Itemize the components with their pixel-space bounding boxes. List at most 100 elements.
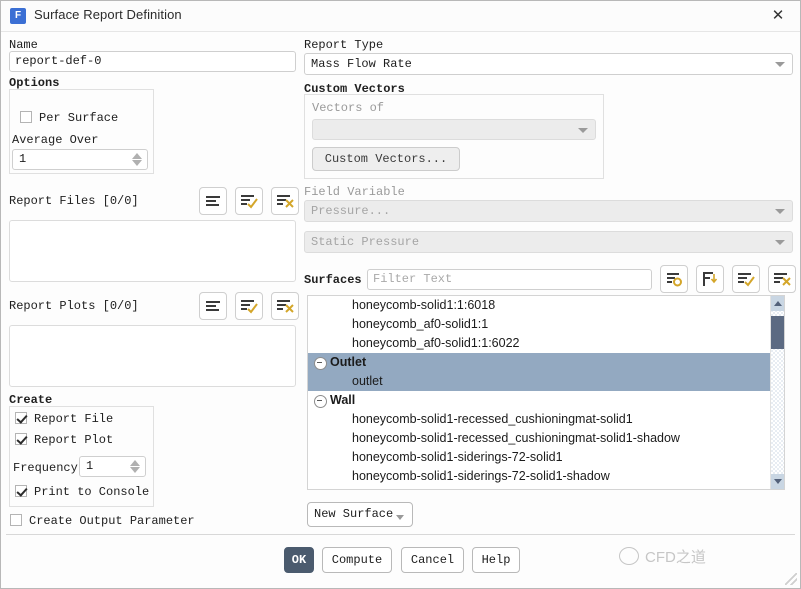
report-files-label: Report Files [0/0] [9, 194, 139, 208]
scroll-up-icon[interactable] [771, 296, 784, 311]
list-clear-icon[interactable] [768, 265, 796, 293]
field-variable-select[interactable]: Pressure... [304, 200, 793, 222]
average-over-value: 1 [19, 152, 27, 166]
app-icon: F [10, 8, 26, 24]
tree-item-row[interactable]: outlet [308, 372, 784, 391]
name-input[interactable]: report-def-0 [9, 51, 296, 72]
list-all-icon[interactable] [199, 292, 227, 320]
title-bar: F Surface Report Definition ✕ [1, 1, 800, 32]
watermark-icon [619, 547, 639, 565]
cancel-button[interactable]: Cancel [401, 547, 464, 573]
collapse-toggle-icon[interactable] [314, 395, 327, 408]
list-check-icon[interactable] [235, 292, 263, 320]
tree-item-row[interactable]: honeycomb-solid1-siderings-72-solid1-sha… [308, 467, 784, 486]
report-type-select[interactable]: Mass Flow Rate [304, 53, 793, 75]
surfaces-tree[interactable]: honeycomb-solid1:1:6018 honeycomb_af0-sol… [307, 295, 785, 490]
chevron-down-icon [775, 62, 785, 67]
surface-report-definition-dialog: F Surface Report Definition ✕ Name repor… [0, 0, 801, 589]
chevron-down-icon [775, 209, 785, 214]
collapse-toggle-icon[interactable] [314, 357, 327, 370]
tree-group-row[interactable]: Outlet [308, 353, 784, 372]
list-filter-icon[interactable] [696, 265, 724, 293]
chevron-down-icon [578, 127, 588, 133]
average-over-stepper[interactable]: 1 [12, 149, 148, 170]
tree-item-label: honeycomb-solid1-recessed_cushioningmat-… [352, 412, 633, 426]
options-label: Options [9, 76, 60, 90]
report-files-list[interactable] [9, 220, 296, 282]
tree-item-label: honeycomb-solid1:1:6018 [352, 298, 496, 312]
tree-item-label: Wall [330, 393, 356, 407]
create-output-parameter-checkbox-box [10, 514, 22, 526]
compute-button[interactable]: Compute [322, 547, 392, 573]
close-icon[interactable]: ✕ [756, 1, 800, 30]
frequency-up-icon[interactable] [130, 460, 140, 466]
surfaces-filter-input[interactable]: Filter Text [367, 269, 652, 290]
ok-button[interactable]: OK [284, 547, 314, 573]
report-file-checkbox[interactable]: Report File [15, 412, 113, 426]
watermark-text: CFD之道 [645, 549, 706, 566]
tree-item-row[interactable]: honeycomb_af0-solid1:1:6022 [308, 334, 784, 353]
tree-item-row[interactable]: honeycomb-solid1-recessed_cushioningmat-… [308, 429, 784, 448]
tree-item-label: honeycomb_af0-solid1:1:6022 [352, 336, 520, 350]
vectors-of-select[interactable] [312, 119, 596, 140]
print-to-console-checkbox[interactable]: Print to Console [15, 485, 149, 499]
tree-item-label: outlet [352, 374, 383, 388]
list-check-icon[interactable] [732, 265, 760, 293]
surfaces-label: Surfaces [304, 273, 362, 287]
report-plot-checkbox[interactable]: Report Plot [15, 433, 113, 447]
report-plots-list[interactable] [9, 325, 296, 387]
tree-group-row[interactable]: Wall [308, 391, 784, 410]
list-clear-icon[interactable] [271, 187, 299, 215]
field-variable-sub-select[interactable]: Static Pressure [304, 231, 793, 253]
list-all-icon[interactable] [199, 187, 227, 215]
per-surface-label: Per Surface [39, 111, 119, 125]
report-plots-label: Report Plots [0/0] [9, 299, 139, 313]
scrollbar-thumb[interactable] [771, 316, 784, 349]
help-button[interactable]: Help [472, 547, 520, 573]
tree-item-row[interactable]: honeycomb-solid1-siderings-72-solid1 [308, 448, 784, 467]
tree-item-label: honeycomb-solid1-recessed_cushioningmat-… [352, 431, 680, 445]
report-file-checkbox-box [15, 412, 27, 424]
report-file-label: Report File [34, 412, 114, 426]
frequency-stepper[interactable]: 1 [79, 456, 146, 477]
report-plot-checkbox-box [15, 433, 27, 445]
new-surface-label: New Surface [314, 507, 394, 521]
average-over-up-icon[interactable] [132, 153, 142, 159]
report-plot-label: Report Plot [34, 433, 114, 447]
frequency-label: Frequency [13, 461, 78, 475]
frequency-value: 1 [86, 459, 94, 473]
per-surface-checkbox-box [20, 111, 32, 123]
custom-vectors-button[interactable]: Custom Vectors... [312, 147, 460, 171]
average-over-label: Average Over [12, 133, 99, 147]
tree-item-row[interactable]: honeycomb_af0-solid1:1 [308, 315, 784, 334]
field-variable-value: Pressure... [311, 204, 391, 218]
scroll-down-icon[interactable] [771, 474, 784, 489]
tree-item-row[interactable]: honeycomb-solid1:1:6018 [308, 296, 784, 315]
report-type-label: Report Type [304, 38, 384, 52]
per-surface-checkbox[interactable]: Per Surface [20, 111, 118, 125]
chevron-down-icon [396, 515, 404, 520]
field-variable-sub-value: Static Pressure [311, 235, 420, 249]
average-over-down-icon[interactable] [132, 160, 142, 166]
list-clear-icon[interactable] [271, 292, 299, 320]
print-to-console-checkbox-box [15, 485, 27, 497]
tree-item-label: honeycomb_af0-solid1:1 [352, 317, 489, 331]
vectors-of-label: Vectors of [312, 101, 385, 115]
tree-item-label: honeycomb-solid1-siderings-72-solid1-sha… [352, 469, 610, 483]
tree-item-label: Outlet [330, 355, 367, 369]
list-check-icon[interactable] [235, 187, 263, 215]
create-output-parameter-label: Create Output Parameter [29, 514, 195, 528]
create-output-parameter-checkbox[interactable]: Create Output Parameter [10, 514, 195, 528]
tree-item-row[interactable]: honeycomb-solid1-recessed_cushioningmat-… [308, 410, 784, 429]
window-title: Surface Report Definition [34, 7, 182, 22]
print-to-console-label: Print to Console [34, 485, 150, 499]
new-surface-button[interactable]: New Surface [307, 502, 413, 527]
list-circle-icon[interactable] [660, 265, 688, 293]
create-label: Create [9, 393, 53, 407]
surfaces-scrollbar[interactable] [770, 296, 784, 489]
frequency-down-icon[interactable] [130, 467, 140, 473]
tree-item-label: honeycomb-solid1-siderings-72-solid1 [352, 450, 563, 464]
resize-grip[interactable] [785, 573, 797, 585]
report-type-value: Mass Flow Rate [311, 57, 412, 71]
watermark: CFD之道 [619, 546, 706, 567]
